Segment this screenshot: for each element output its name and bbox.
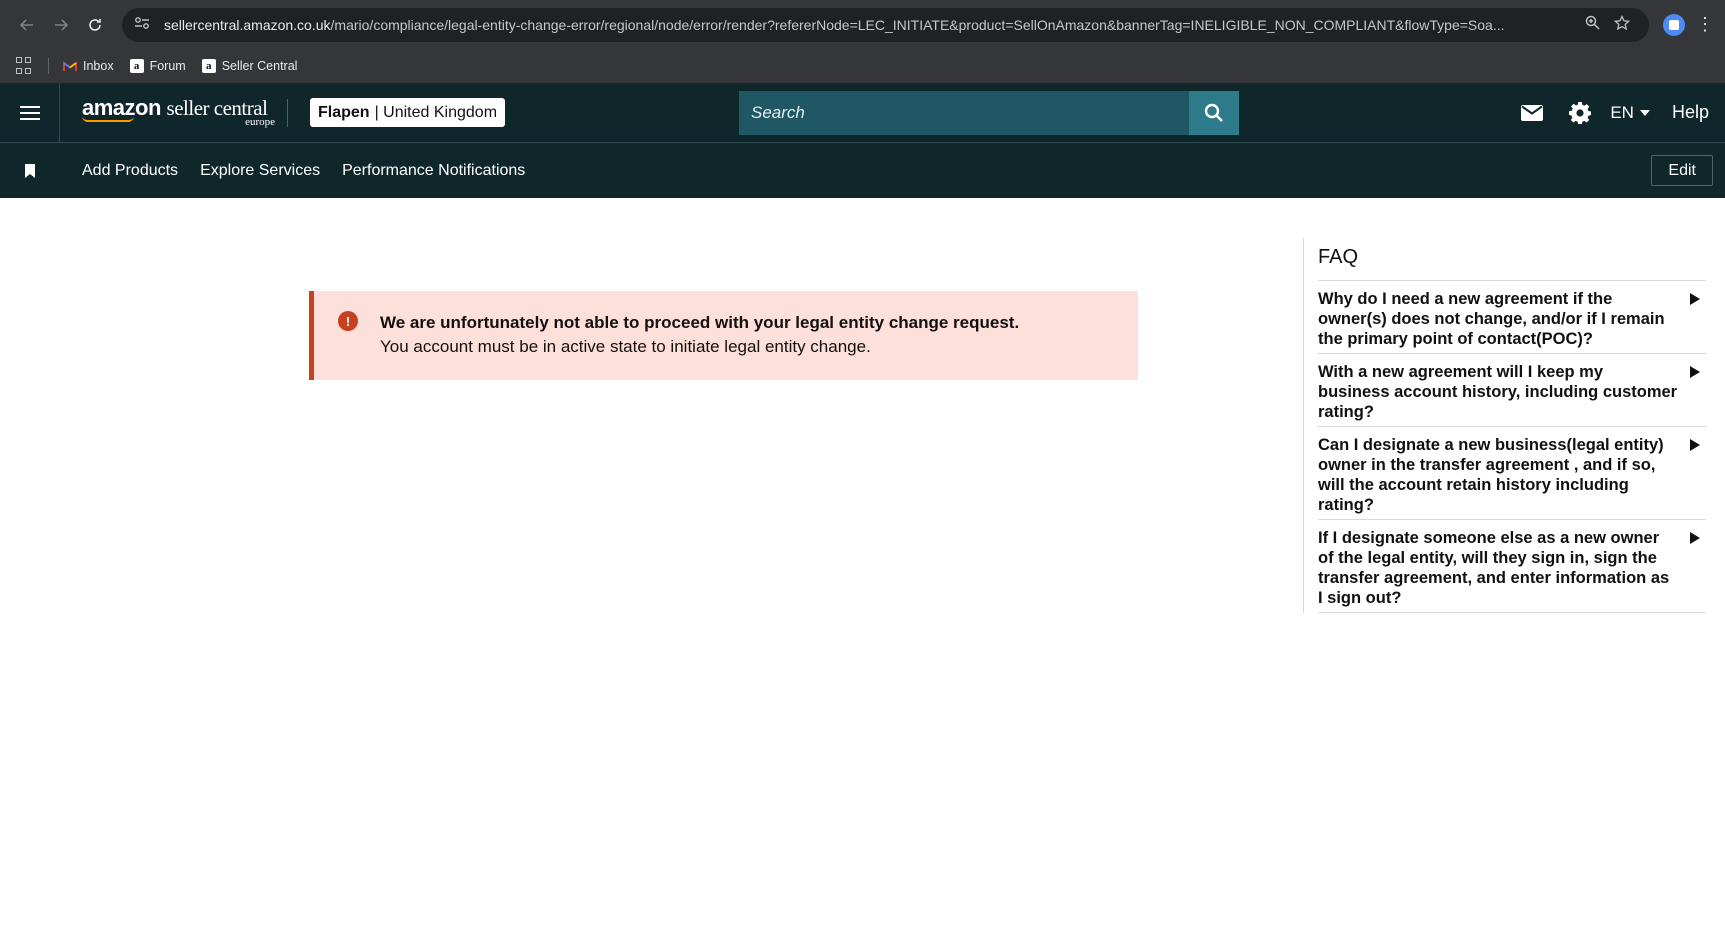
explore-services-link[interactable]: Explore Services [200, 162, 320, 180]
alert-message: You account must be in active state to i… [380, 337, 871, 356]
search-input[interactable] [739, 90, 1190, 135]
browser-menu-icon[interactable]: ⋮ [1695, 14, 1715, 35]
expand-arrow-icon [1690, 366, 1700, 378]
address-bar[interactable]: sellercentral.amazon.co.uk/mario/complia… [122, 7, 1649, 42]
help-link[interactable]: Help [1672, 102, 1709, 123]
account-separator: | [374, 103, 379, 121]
reload-button[interactable] [78, 8, 112, 42]
add-products-link[interactable]: Add Products [82, 162, 178, 180]
url-text[interactable]: sellercentral.amazon.co.uk/mario/complia… [164, 17, 1577, 33]
faq-item[interactable]: If I designate someone else as a new own… [1318, 520, 1706, 613]
seller-central-header: amazon seller central europe Flapen | Un… [0, 82, 1725, 143]
settings-button[interactable] [1556, 101, 1604, 124]
faq-title: FAQ [1318, 238, 1706, 281]
bookmark-seller-central[interactable]: a Seller Central [201, 59, 298, 73]
caret-down-icon [1639, 109, 1650, 116]
faq-question: Can I designate a new business(legal ent… [1318, 436, 1664, 514]
url-path: /mario/compliance/legal-entity-change-er… [330, 16, 1505, 33]
amazon-icon: a [129, 59, 144, 73]
faq-panel: FAQ Why do I need a new agreement if the… [1303, 238, 1706, 613]
bookmark-label: Forum [149, 59, 186, 73]
zoom-icon[interactable] [1577, 15, 1607, 34]
seller-central-logo[interactable]: amazon seller central europe [82, 97, 287, 128]
gear-icon [1569, 101, 1592, 124]
faq-item[interactable]: Why do I need a new agreement if the own… [1318, 281, 1706, 354]
faq-item[interactable]: With a new agreement will I keep my busi… [1318, 354, 1706, 427]
account-name: Flapen [318, 103, 370, 121]
logo-smile-icon [82, 116, 134, 122]
language-label: EN [1610, 102, 1634, 122]
browser-chrome: sellercentral.amazon.co.uk/mario/complia… [0, 0, 1725, 83]
hamburger-menu-icon[interactable] [0, 82, 60, 143]
arrow-left-icon [19, 18, 33, 31]
profile-avatar[interactable] [1663, 13, 1685, 36]
messages-button[interactable] [1508, 104, 1556, 121]
search-button[interactable] [1189, 90, 1240, 135]
forward-button[interactable] [44, 8, 78, 42]
reload-icon [89, 18, 101, 31]
quick-links-bar: Add Products Explore Services Performanc… [0, 143, 1725, 198]
performance-notifications-link[interactable]: Performance Notifications [342, 162, 525, 180]
envelope-icon [1521, 104, 1544, 121]
logo-region: europe [245, 116, 275, 128]
bookmarks-bar: Inbox a Forum a Seller Central [0, 49, 1725, 83]
edit-button[interactable]: Edit [1651, 155, 1713, 186]
search-bar [739, 90, 1240, 135]
apps-grid-icon[interactable] [16, 57, 34, 75]
faq-item[interactable]: Can I designate a new business(legal ent… [1318, 427, 1706, 520]
alert-text: We are unfortunately not able to proceed… [380, 311, 1019, 360]
bookmark-label: Seller Central [221, 59, 298, 73]
search-icon [1204, 103, 1223, 122]
language-selector[interactable]: EN [1610, 103, 1650, 123]
bookmarks-divider [48, 58, 49, 74]
arrow-right-icon [55, 18, 69, 31]
expand-arrow-icon [1690, 293, 1700, 305]
account-switcher[interactable]: Flapen | United Kingdom [310, 98, 506, 127]
logo-divider [287, 98, 288, 127]
url-host: sellercentral.amazon.co.uk [164, 16, 331, 33]
faq-question: With a new agreement will I keep my busi… [1318, 363, 1678, 421]
back-button[interactable] [10, 8, 44, 42]
expand-arrow-icon [1690, 439, 1700, 451]
bookmark-inbox[interactable]: Inbox [63, 59, 114, 73]
header-actions: EN Help [1508, 83, 1725, 143]
error-icon: ! [338, 311, 358, 331]
main-content: ! We are unfortunately not able to proce… [0, 198, 1725, 930]
bookmark-forum[interactable]: a Forum [129, 59, 186, 73]
gmail-icon [63, 59, 77, 73]
faq-question: Why do I need a new agreement if the own… [1318, 290, 1665, 348]
faq-question: If I designate someone else as a new own… [1318, 529, 1670, 607]
bookmark-star-icon[interactable] [1607, 14, 1637, 35]
alert-title: We are unfortunately not able to proceed… [380, 313, 1020, 332]
address-bar-row: sellercentral.amazon.co.uk/mario/complia… [0, 0, 1725, 49]
expand-arrow-icon [1690, 532, 1700, 544]
account-region: United Kingdom [383, 103, 498, 121]
error-alert: ! We are unfortunately not able to proce… [309, 291, 1138, 380]
site-info-icon[interactable] [134, 16, 156, 33]
amazon-icon: a [201, 59, 216, 73]
bookmark-icon[interactable] [24, 163, 36, 178]
bookmark-label: Inbox [83, 59, 114, 73]
